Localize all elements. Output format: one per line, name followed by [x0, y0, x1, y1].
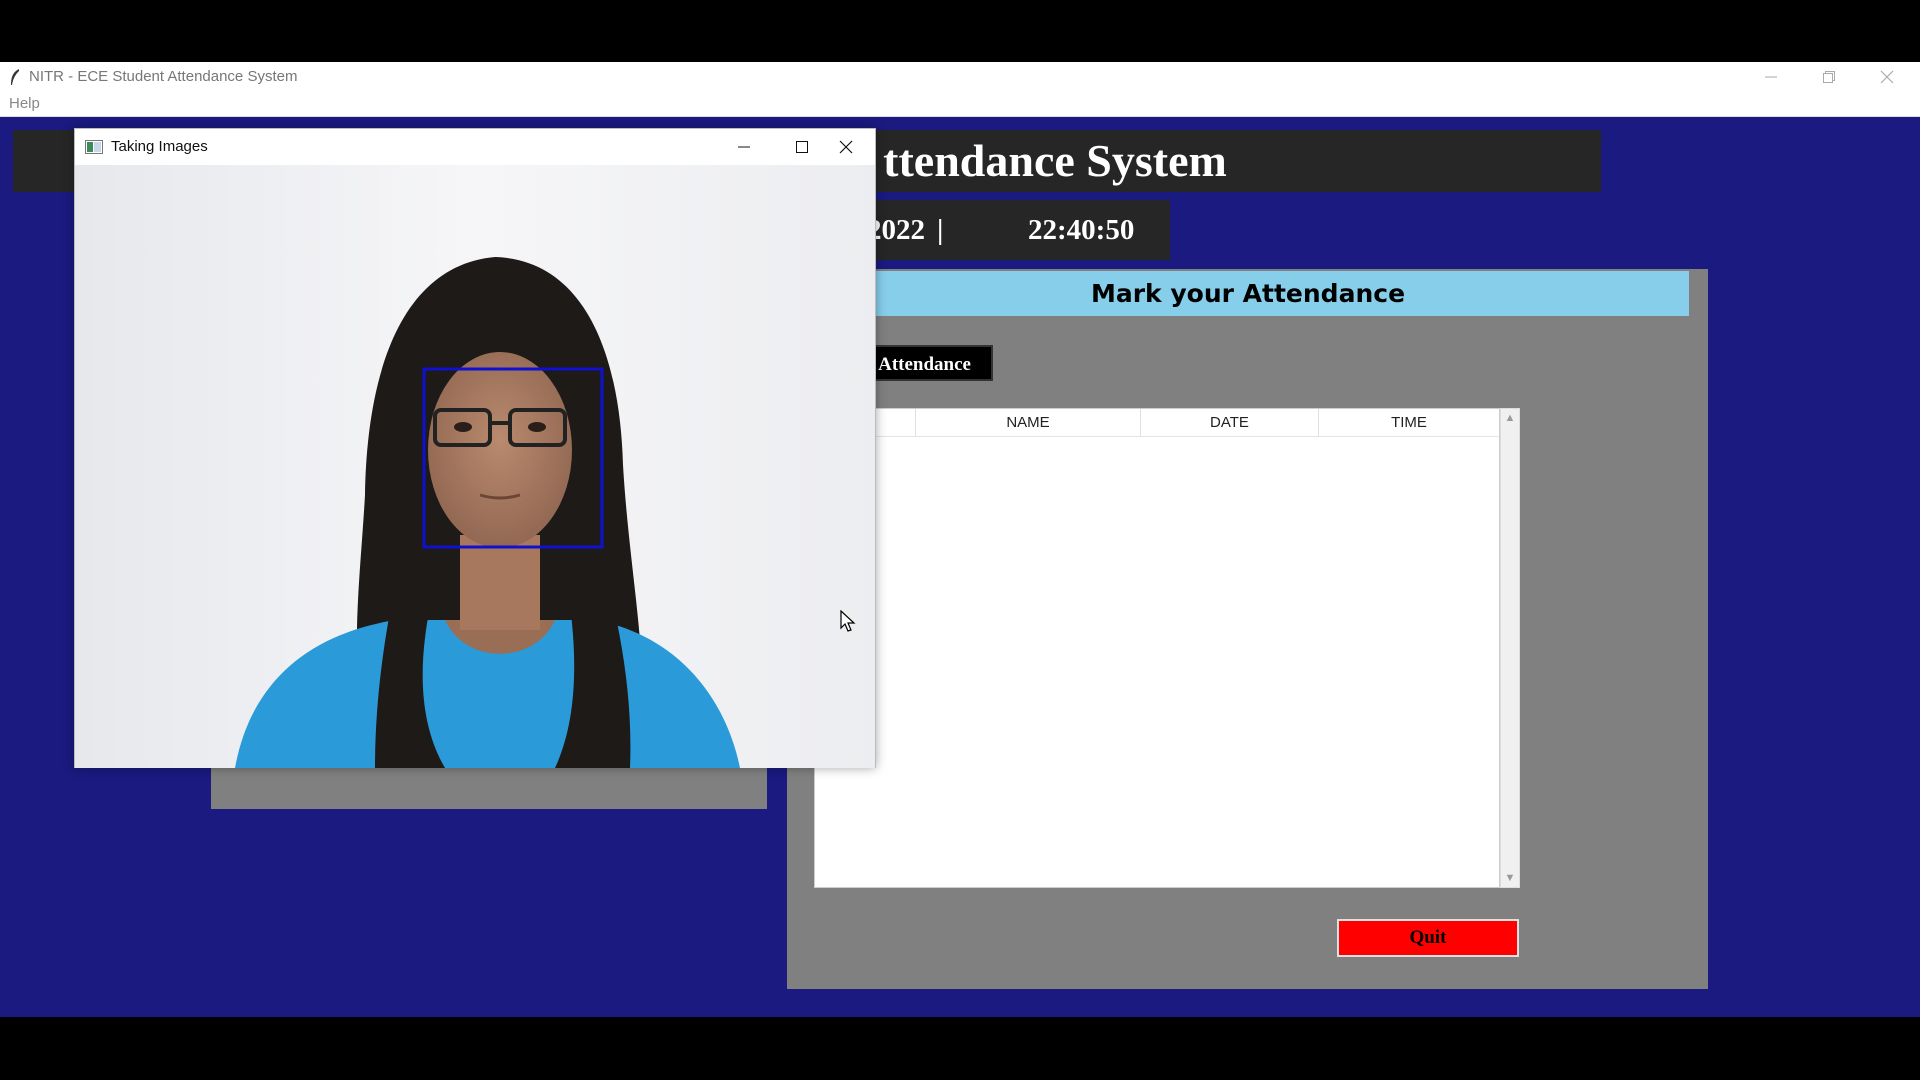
- close-button[interactable]: [817, 129, 875, 165]
- mouse-cursor-icon: [840, 609, 856, 634]
- scroll-down-icon[interactable]: ▼: [1501, 869, 1519, 887]
- webcam-feed: [75, 165, 875, 768]
- minimize-button[interactable]: [715, 129, 773, 165]
- menu-help[interactable]: Help: [9, 95, 40, 112]
- table-header: NAME DATE TIME: [815, 409, 1499, 437]
- menu-bar: Help: [0, 91, 1920, 117]
- datetime-separator: |: [937, 214, 944, 246]
- camera-window-titlebar[interactable]: Taking Images: [75, 129, 875, 165]
- clock-display: 22:40:50: [1028, 214, 1135, 246]
- feather-icon: [6, 68, 24, 86]
- restore-button[interactable]: [1800, 62, 1858, 91]
- column-name[interactable]: NAME: [915, 409, 1140, 437]
- window-title: NITR - ECE Student Attendance System: [29, 68, 298, 85]
- opencv-window-icon: [85, 140, 103, 154]
- attendance-table[interactable]: NAME DATE TIME: [814, 408, 1500, 888]
- camera-window-title: Taking Images: [111, 138, 208, 155]
- camera-window[interactable]: Taking Images: [74, 128, 876, 768]
- minimize-button[interactable]: [1742, 62, 1800, 91]
- attendance-panel-header: Mark your Attendance: [807, 271, 1689, 316]
- column-date[interactable]: DATE: [1140, 409, 1318, 437]
- table-scrollbar[interactable]: ▲ ▼: [1500, 408, 1520, 888]
- column-time[interactable]: TIME: [1318, 409, 1499, 437]
- close-button[interactable]: [1858, 62, 1916, 91]
- window-titlebar: NITR - ECE Student Attendance System: [0, 62, 1920, 91]
- left-panel: [211, 762, 767, 809]
- quit-button[interactable]: Quit: [1337, 919, 1519, 957]
- scroll-up-icon[interactable]: ▲: [1501, 409, 1519, 427]
